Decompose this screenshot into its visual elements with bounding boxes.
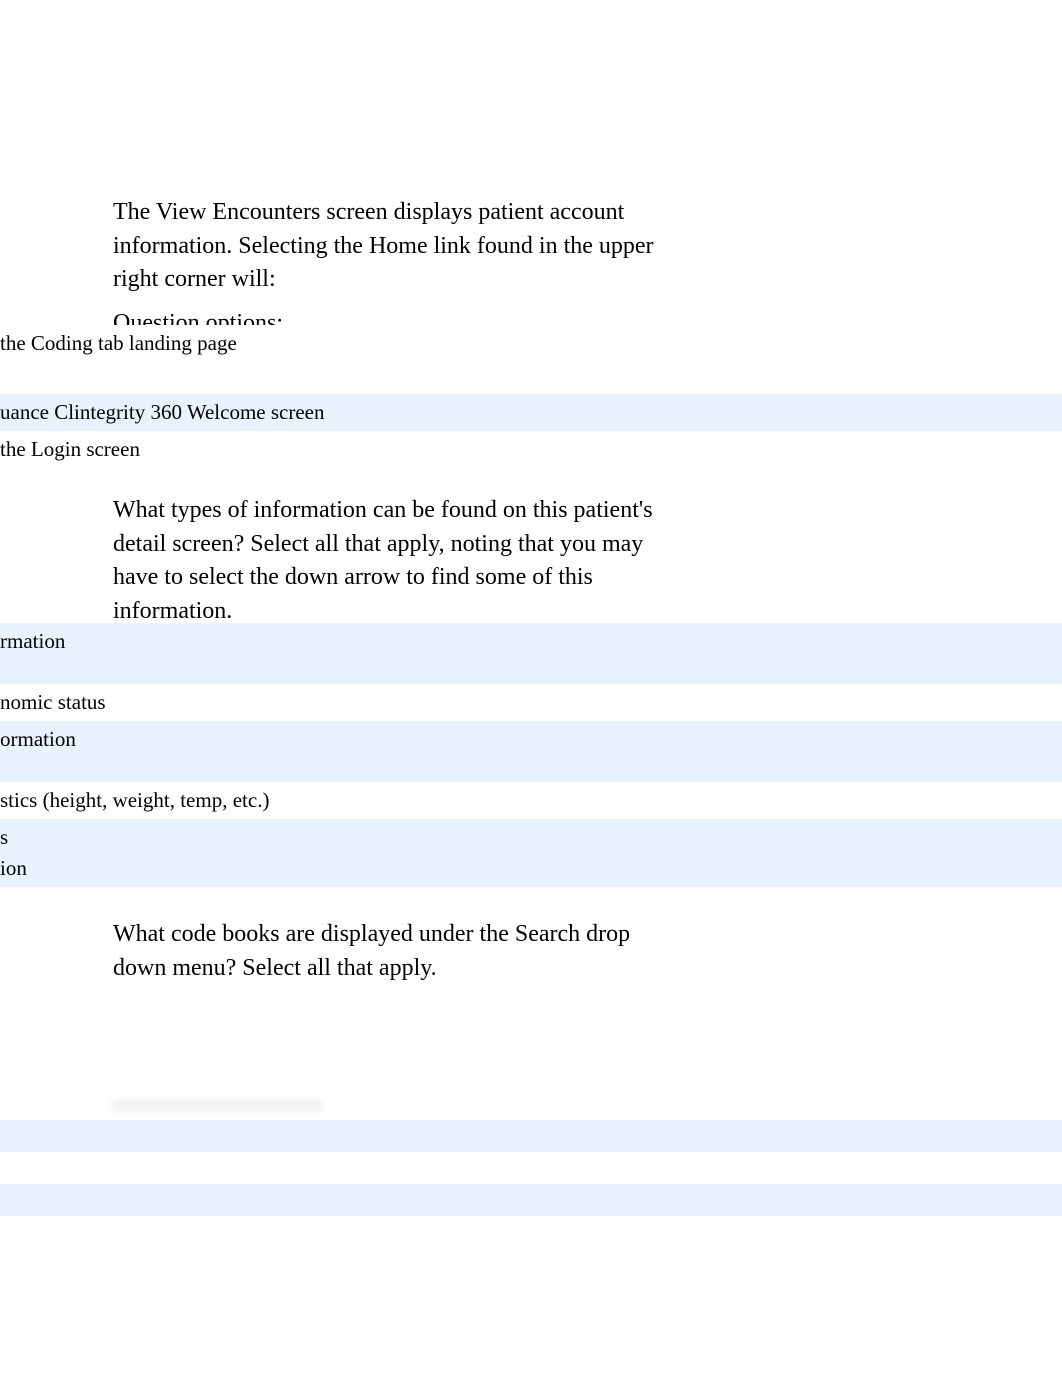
q2-option-4[interactable]: stics (height, weight, temp, etc.) xyxy=(0,782,1062,819)
q1-option-2-text: uance Clintegrity 360 Welcome screen xyxy=(0,400,324,424)
q1-option-1-text: the Coding tab landing page xyxy=(0,331,237,355)
q3-option-1[interactable] xyxy=(0,1120,1062,1152)
question-1-options: the Coding tab landing page uance Clinte… xyxy=(0,325,1062,468)
q2-option-6[interactable]: ion xyxy=(0,850,1062,887)
q1-option-1[interactable]: the Coding tab landing page xyxy=(0,325,1062,362)
q1-option-2[interactable]: uance Clintegrity 360 Welcome screen xyxy=(0,394,1062,431)
q1-option-3-text: the Login screen xyxy=(0,437,140,461)
question-2-options: rmation nomic status ormation stics (hei… xyxy=(0,623,1062,887)
question-3-options xyxy=(0,1120,1062,1248)
blurred-content xyxy=(112,1100,322,1114)
q2-option-2[interactable]: nomic status xyxy=(0,684,1062,721)
q2-option-1[interactable]: rmation xyxy=(0,623,1062,684)
q2-option-2-text: nomic status xyxy=(0,690,106,714)
q2-option-6-text: ion xyxy=(0,856,27,880)
question-3-container: What code books are displayed under the … xyxy=(113,918,673,993)
spacer xyxy=(0,362,1062,394)
q2-option-1-text: rmation xyxy=(0,629,65,653)
q1-option-3[interactable]: the Login screen xyxy=(0,431,1062,468)
q3-option-2[interactable] xyxy=(0,1152,1062,1184)
q3-option-3[interactable] xyxy=(0,1184,1062,1216)
q2-option-5-text: s xyxy=(0,825,8,849)
q3-option-4[interactable] xyxy=(0,1216,1062,1248)
question-3-text: What code books are displayed under the … xyxy=(113,918,673,985)
q2-option-3[interactable]: ormation xyxy=(0,721,1062,782)
q2-option-4-text: stics (height, weight, temp, etc.) xyxy=(0,788,269,812)
q2-option-5[interactable]: s xyxy=(0,819,1062,850)
question-1-container: The View Encounters screen displays pati… xyxy=(113,196,688,341)
question-2-text: What types of information can be found o… xyxy=(113,494,693,628)
question-1-text: The View Encounters screen displays pati… xyxy=(113,196,688,297)
q2-option-3-text: ormation xyxy=(0,727,76,751)
